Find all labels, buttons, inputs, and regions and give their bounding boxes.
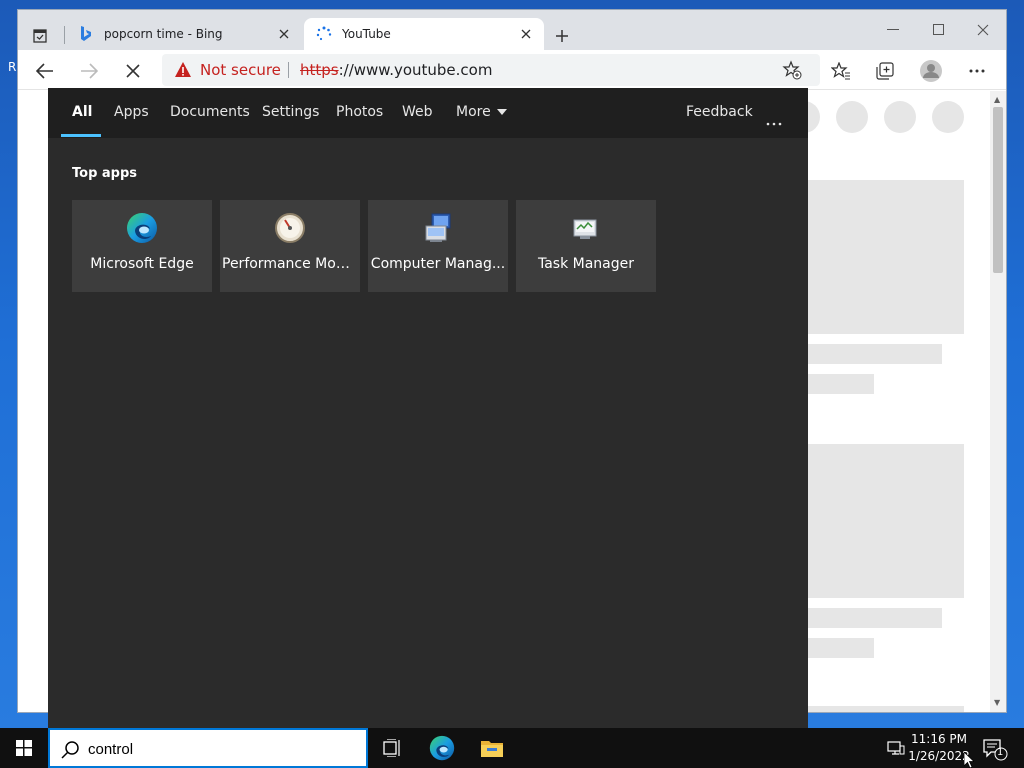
close-window-icon[interactable] xyxy=(960,16,1006,44)
feedback-button[interactable]: Feedback xyxy=(686,104,753,120)
url-host: ://www.youtube.com xyxy=(338,61,493,79)
placeholder-circle xyxy=(836,101,868,133)
performance-monitor-icon xyxy=(275,213,305,243)
taskbar: 11:16 PM 1/26/2022 1 xyxy=(0,728,1024,768)
scroll-up-icon[interactable]: ▲ xyxy=(994,95,1002,104)
search-input[interactable] xyxy=(88,738,358,760)
search-options-icon[interactable] xyxy=(766,111,782,130)
placeholder-line xyxy=(808,374,874,394)
loading-icon xyxy=(316,26,332,42)
tab-title: popcorn time - Bing xyxy=(104,27,223,41)
placeholder-thumbnail xyxy=(808,180,964,334)
address-separator xyxy=(288,62,289,78)
app-label: Performance Mon... xyxy=(222,256,358,272)
new-tab-plus-icon[interactable] xyxy=(550,24,574,48)
tab-separator xyxy=(64,26,65,44)
tab-apps[interactable]: Apps xyxy=(114,104,149,120)
tab-bing[interactable]: popcorn time - Bing xyxy=(64,18,302,50)
stop-loading-icon[interactable] xyxy=(118,56,148,86)
clock-time: 11:16 PM xyxy=(911,732,967,746)
windows-start-icon[interactable] xyxy=(0,728,48,768)
app-tile-microsoft-edge[interactable]: Microsoft Edge xyxy=(72,200,212,292)
bing-icon xyxy=(78,26,94,42)
url-scheme: https xyxy=(300,61,339,79)
tab-documents[interactable]: Documents xyxy=(170,104,250,120)
profile-avatar-icon[interactable] xyxy=(916,56,946,86)
search-filter-tabs: All Apps Documents Settings Photos Web M… xyxy=(48,88,808,138)
tab-photos[interactable]: Photos xyxy=(336,104,383,120)
placeholder-thumbnail xyxy=(808,444,964,598)
tab-settings[interactable]: Settings xyxy=(262,104,319,120)
close-icon[interactable] xyxy=(516,24,536,44)
app-tile-performance-monitor[interactable]: Performance Mon... xyxy=(220,200,360,292)
back-arrow-icon[interactable] xyxy=(30,56,60,86)
placeholder-circle xyxy=(932,101,964,133)
computer-management-icon xyxy=(425,213,451,242)
edge-icon xyxy=(127,213,157,243)
close-icon[interactable] xyxy=(274,24,294,44)
url-text[interactable]: https://www.youtube.com xyxy=(300,61,492,79)
task-manager-icon xyxy=(573,219,597,239)
more-menu-icon[interactable] xyxy=(962,56,992,86)
file-explorer-icon[interactable] xyxy=(476,732,508,764)
tab-strip: popcorn time - Bing YouTube xyxy=(18,10,1006,50)
app-label: Computer Manag... xyxy=(370,256,506,272)
placeholder-line xyxy=(808,608,942,628)
notification-count: 1 xyxy=(997,747,1004,758)
app-label: Microsoft Edge xyxy=(90,256,194,272)
add-favorite-icon[interactable] xyxy=(782,60,804,80)
browser-toolbar: Not secure https://www.youtube.com xyxy=(18,50,1006,90)
collections-icon[interactable] xyxy=(870,56,900,86)
placeholder-circle xyxy=(884,101,916,133)
tab-more[interactable]: More xyxy=(456,104,507,120)
mouse-cursor-icon xyxy=(964,752,974,768)
app-label: Task Manager xyxy=(537,256,635,272)
placeholder-line xyxy=(808,344,942,364)
forward-arrow-icon[interactable] xyxy=(74,56,104,86)
app-tile-computer-management[interactable]: Computer Manag... xyxy=(368,200,508,292)
placeholder-line xyxy=(808,638,874,658)
tab-all[interactable]: All xyxy=(72,104,92,120)
address-bar[interactable]: Not secure https://www.youtube.com xyxy=(162,54,820,86)
chevron-down-icon xyxy=(496,109,507,115)
scroll-down-icon[interactable]: ▼ xyxy=(994,698,1002,707)
page-scrollbar[interactable]: ▲ ▼ xyxy=(990,91,1006,712)
edge-taskbar-icon[interactable] xyxy=(426,732,458,764)
desktop-icon-label: R xyxy=(8,60,17,74)
app-tile-task-manager[interactable]: Task Manager xyxy=(516,200,656,292)
favorites-icon[interactable] xyxy=(826,56,856,86)
minimize-icon[interactable] xyxy=(870,16,916,44)
action-center-icon[interactable]: 1 xyxy=(980,734,1008,762)
active-tab-indicator xyxy=(61,134,101,137)
tab-youtube[interactable]: YouTube xyxy=(304,18,544,50)
tab-web[interactable]: Web xyxy=(402,104,433,120)
tab-actions-icon[interactable] xyxy=(30,26,50,46)
taskbar-search-box[interactable] xyxy=(48,728,368,768)
scroll-thumb[interactable] xyxy=(993,107,1003,273)
section-title-top-apps: Top apps xyxy=(72,166,138,181)
not-secure-label[interactable]: Not secure xyxy=(200,61,281,79)
maximize-icon[interactable] xyxy=(916,16,962,44)
start-search-panel: All Apps Documents Settings Photos Web M… xyxy=(48,88,808,728)
warning-icon xyxy=(175,62,191,77)
placeholder-thumbnail xyxy=(808,706,964,712)
tab-title: YouTube xyxy=(342,27,391,41)
search-icon xyxy=(61,741,79,759)
task-view-icon[interactable] xyxy=(376,732,408,764)
tab-more-label: More xyxy=(456,104,491,120)
